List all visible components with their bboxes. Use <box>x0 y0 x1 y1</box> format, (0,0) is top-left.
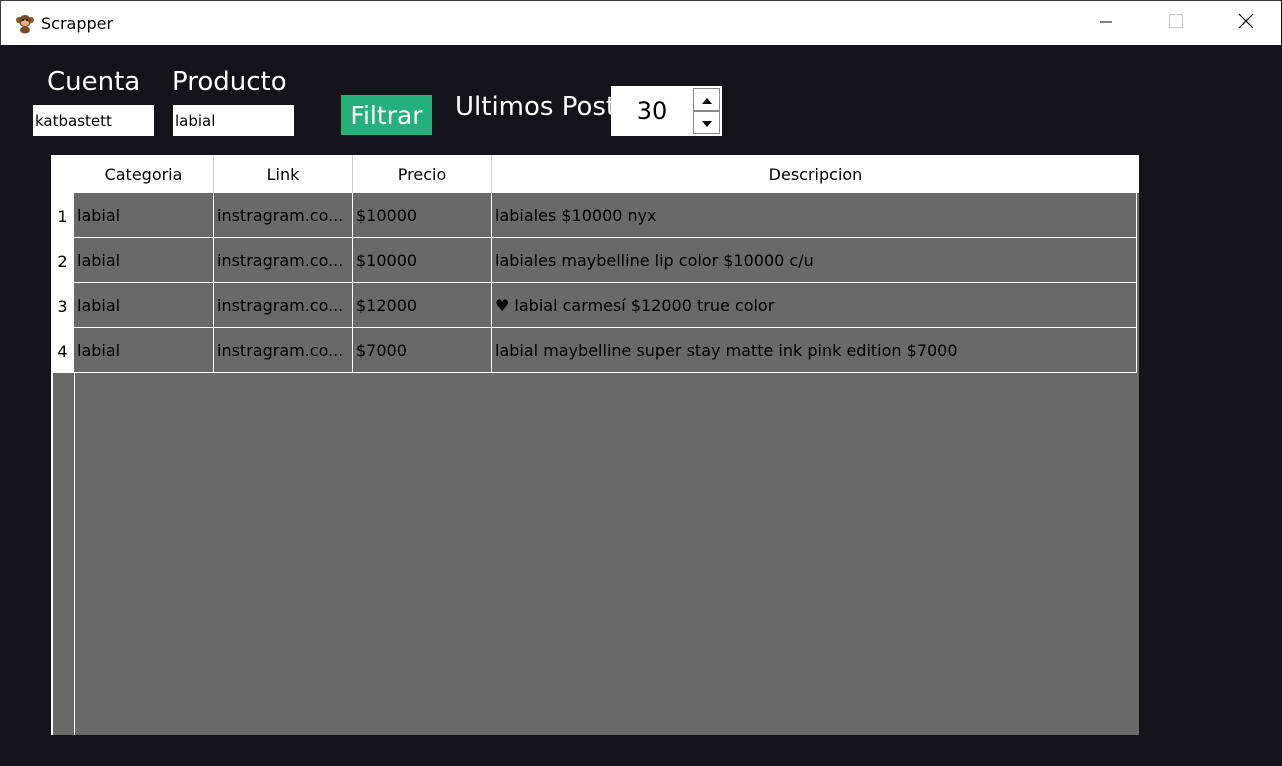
table-cell[interactable]: instragram.co... <box>214 283 353 328</box>
table-cell[interactable]: labial <box>74 283 214 328</box>
window-title: Scrapper <box>41 14 114 33</box>
arrow-down-icon <box>701 113 713 132</box>
cuenta-label: Cuenta <box>47 67 141 97</box>
table-cell[interactable]: labial <box>74 238 214 283</box>
row-number[interactable]: 1 <box>51 193 74 238</box>
table-cell[interactable]: labiales maybelline lip color $10000 c/u <box>492 238 1137 283</box>
table-cell[interactable]: $10000 <box>353 238 492 283</box>
maximize-icon <box>1168 13 1184 33</box>
table-cell[interactable]: $10000 <box>353 193 492 238</box>
table-cell[interactable]: labial <box>74 328 214 373</box>
ultimos-post-value[interactable]: 30 <box>611 86 693 136</box>
filtrar-button[interactable]: Filtrar <box>341 95 432 135</box>
column-header-categoria[interactable]: Categoria <box>74 155 214 193</box>
minimize-button[interactable] <box>1071 1 1141 45</box>
table-cell[interactable]: instragram.co... <box>214 238 353 283</box>
spin-up-button[interactable] <box>693 88 720 111</box>
cuenta-input[interactable] <box>33 105 154 136</box>
close-icon <box>1238 13 1254 33</box>
table-cell[interactable]: labial maybelline super stay matte ink p… <box>492 328 1137 373</box>
maximize-button[interactable] <box>1141 1 1211 45</box>
table-cell[interactable]: $12000 <box>353 283 492 328</box>
ultimos-post-spinbox[interactable]: 30 <box>611 86 722 136</box>
ultimos-post-label: Ultimos Post <box>455 92 617 122</box>
table-corner[interactable] <box>51 155 74 193</box>
minimize-icon <box>1099 14 1113 33</box>
table-cell[interactable]: instragram.co... <box>214 193 353 238</box>
column-header-link[interactable]: Link <box>214 155 353 193</box>
arrow-up-icon <box>701 90 713 109</box>
monkey-app-icon <box>14 12 36 34</box>
title-bar[interactable]: Scrapper <box>1 1 1281 45</box>
spin-down-button[interactable] <box>693 111 720 134</box>
results-table[interactable]: Categoria Link Precio Descripcion 1 labi… <box>51 155 1139 735</box>
column-header-precio[interactable]: Precio <box>353 155 492 193</box>
table-cell[interactable]: ♥ labial carmesí $12000 true color <box>492 283 1137 328</box>
table-cell[interactable]: $7000 <box>353 328 492 373</box>
column-header-descripcion[interactable]: Descripcion <box>492 155 1139 193</box>
producto-input[interactable] <box>173 105 294 136</box>
producto-label: Producto <box>172 67 287 97</box>
close-button[interactable] <box>1211 1 1281 45</box>
main-content: Cuenta Producto Filtrar Ultimos Post 30 … <box>0 45 1282 766</box>
table-cell[interactable]: labiales $10000 nyx <box>492 193 1137 238</box>
row-number[interactable]: 4 <box>51 328 74 373</box>
table-cell[interactable]: instragram.co... <box>214 328 353 373</box>
row-number[interactable]: 2 <box>51 238 74 283</box>
row-number[interactable]: 3 <box>51 283 74 328</box>
table-cell[interactable]: labial <box>74 193 214 238</box>
